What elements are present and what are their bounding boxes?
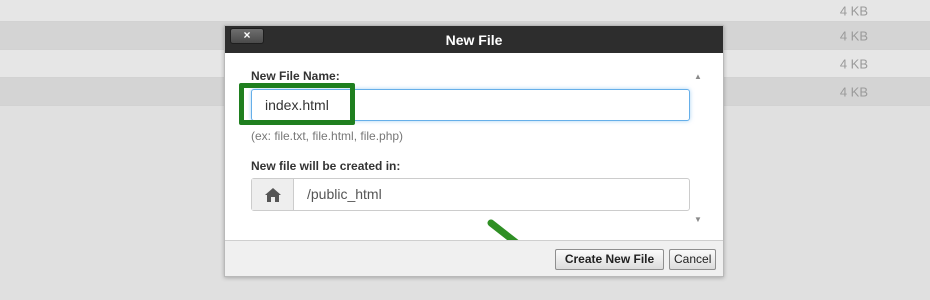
dialog-footer: Create New File Cancel — [225, 240, 723, 276]
dialog-header: × New File — [225, 26, 723, 53]
file-size: 4 KB — [839, 56, 868, 71]
file-row: 4 KB — [0, 0, 930, 22]
dialog-scrollbar[interactable]: ▲ ▼ — [691, 70, 705, 225]
scroll-down-arrow-icon[interactable]: ▼ — [691, 213, 705, 225]
location-label: New file will be created in: — [251, 159, 401, 173]
location-input[interactable]: /public_html — [307, 179, 382, 210]
file-size: 4 KB — [839, 84, 868, 99]
create-new-file-button[interactable]: Create New File — [555, 249, 664, 270]
location-field: /public_html — [251, 178, 690, 211]
file-name-input[interactable] — [251, 89, 690, 121]
file-name-hint: (ex: file.txt, file.html, file.php) — [251, 129, 404, 143]
scroll-up-arrow-icon[interactable]: ▲ — [691, 70, 705, 82]
file-size: 4 KB — [839, 28, 868, 43]
dialog-body: New File Name: (ex: file.txt, file.html,… — [225, 53, 723, 273]
home-icon — [252, 179, 294, 210]
dialog-title: New File — [445, 32, 503, 48]
cancel-button[interactable]: Cancel — [669, 249, 716, 270]
file-size: 4 KB — [839, 3, 868, 18]
file-name-label: New File Name: — [251, 69, 340, 83]
new-file-dialog: × New File New File Name: (ex: file.txt,… — [224, 25, 724, 277]
